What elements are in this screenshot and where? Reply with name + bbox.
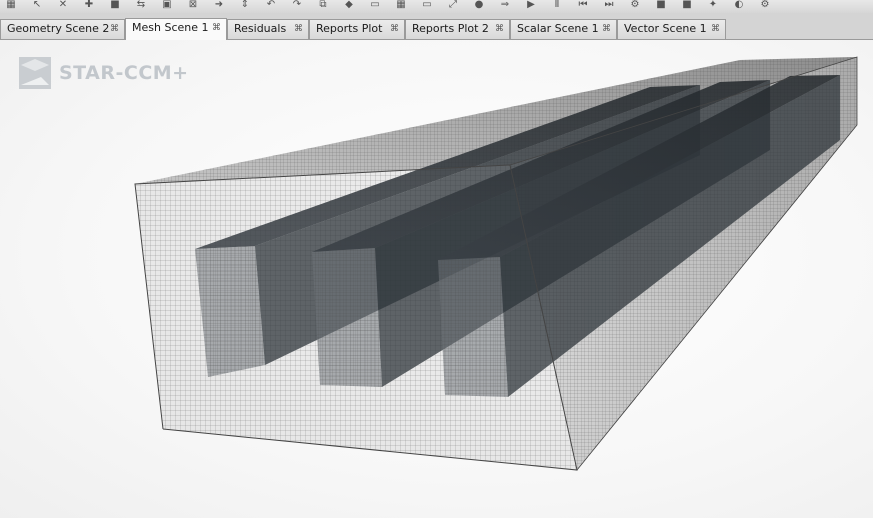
tab-vector-scene-1[interactable]: Vector Scene 1 ⌘ [617, 19, 726, 39]
expand-icon[interactable]: ⤢ [446, 0, 460, 10]
tab-geometry-scene-2[interactable]: Geometry Scene 2 ⌘ [0, 19, 125, 39]
mesh-geometry[interactable] [0, 40, 873, 518]
gear-icon[interactable]: ⚙ [758, 0, 772, 10]
palette-icon[interactable]: ◐ [732, 0, 746, 10]
tab-scalar-scene-1[interactable]: Scalar Scene 1 ⌘ [510, 19, 617, 39]
tab-close-icon[interactable]: ⌘ [495, 20, 504, 38]
tab-label: Geometry Scene 2 [7, 22, 110, 35]
window2-icon[interactable]: ▭ [420, 0, 434, 10]
frame-icon[interactable]: ▣ [160, 0, 174, 10]
tab-label: Vector Scene 1 [624, 22, 707, 35]
color-icon[interactable]: ■ [654, 0, 668, 10]
tab-residuals[interactable]: Residuals ⌘ [227, 19, 309, 39]
stop-icon[interactable]: ■ [108, 0, 122, 10]
record-icon[interactable]: ● [472, 0, 486, 10]
table-icon[interactable]: ▦ [394, 0, 408, 10]
star-icon[interactable]: ✦ [706, 0, 720, 10]
tab-label: Mesh Scene 1 [132, 21, 209, 34]
tab-reports-plot[interactable]: Reports Plot ⌘ [309, 19, 405, 39]
color2-icon[interactable]: ■ [680, 0, 694, 10]
play-icon[interactable]: ▶ [524, 0, 538, 10]
channel-3-front-mesh [438, 257, 508, 397]
layer-icon[interactable]: ◆ [342, 0, 356, 10]
tab-close-icon[interactable]: ⌘ [390, 20, 399, 38]
tab-close-icon[interactable]: ⌘ [711, 20, 720, 38]
tab-bar: Geometry Scene 2 ⌘ Mesh Scene 1 ⌘ Residuals ⌘… [0, 13, 873, 40]
move-icon[interactable]: ⇕ [238, 0, 252, 10]
step-back-icon[interactable]: ⏮ [576, 0, 590, 10]
window-icon[interactable]: ▭ [368, 0, 382, 10]
grid-icon[interactable]: ▦ [4, 0, 18, 10]
copy-icon[interactable]: ⧉ [316, 0, 330, 10]
split-icon[interactable]: ⇆ [134, 0, 148, 10]
tab-close-icon[interactable]: ⌘ [212, 19, 221, 37]
settings-icon[interactable]: ⚙ [628, 0, 642, 10]
x-axis-icon[interactable]: ✕ [56, 0, 70, 10]
arrow-icon[interactable]: ↖ [30, 0, 44, 10]
toolbar: ▦ ↖ ✕ ✚ ■ ⇆ ▣ ⊠ ➜ ⇕ ↶ ↷ ⧉ ◆ ▭ ▦ ▭ ⤢ ● ⇒ ▶ Ⅱ ⏮ ⏭ ⚙ ■ ■ ✦ ◐ ⚙ [0, 0, 873, 13]
rotate-left-icon[interactable]: ↶ [264, 0, 278, 10]
image-icon[interactable]: ⊠ [186, 0, 200, 10]
tab-label: Reports Plot [316, 22, 383, 35]
export-icon[interactable]: ⇒ [498, 0, 512, 10]
step-forward-icon[interactable]: ⏭ [602, 0, 616, 10]
tab-label: Scalar Scene 1 [517, 22, 599, 35]
mesh-scene-viewport[interactable]: STAR-CCM+ [0, 40, 873, 518]
channel-2-front-mesh [312, 248, 382, 387]
tab-label: Residuals [234, 22, 287, 35]
arrow-right-icon[interactable]: ➜ [212, 0, 226, 10]
tab-close-icon[interactable]: ⌘ [110, 20, 119, 38]
pause-icon[interactable]: Ⅱ [550, 0, 564, 10]
tab-mesh-scene-1[interactable]: Mesh Scene 1 ⌘ [125, 18, 227, 40]
rotate-right-icon[interactable]: ↷ [290, 0, 304, 10]
tab-reports-plot-2[interactable]: Reports Plot 2 ⌘ [405, 19, 510, 39]
tab-label: Reports Plot 2 [412, 22, 489, 35]
tab-close-icon[interactable]: ⌘ [294, 20, 303, 38]
tab-close-icon[interactable]: ⌘ [602, 20, 611, 38]
y-axis-icon[interactable]: ✚ [82, 0, 96, 10]
